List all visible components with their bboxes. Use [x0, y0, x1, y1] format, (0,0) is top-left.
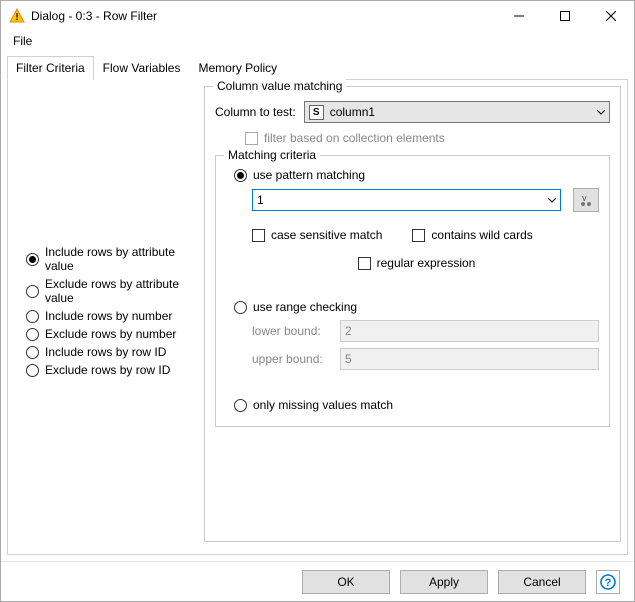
close-button[interactable] [588, 1, 634, 31]
window-title: Dialog - 0:3 - Row Filter [31, 9, 496, 23]
column-value-matching-fieldset: Column value matching Column to test: S … [204, 86, 621, 542]
apply-button[interactable]: Apply [400, 570, 488, 594]
filter-collection-checkbox: filter based on collection elements [215, 131, 610, 145]
upper-bound-input: 5 [340, 348, 599, 370]
matching-criteria-fieldset: Matching criteria use pattern matching 1 [215, 155, 610, 427]
minimize-button[interactable] [496, 1, 542, 31]
radio-label: Include rows by row ID [45, 345, 166, 359]
checkbox-label: filter based on collection elements [264, 131, 445, 145]
checkbox-icon [358, 257, 371, 270]
radio-include-num[interactable]: Include rows by number [26, 309, 204, 323]
fieldset-legend: Matching criteria [224, 148, 320, 162]
radio-label: Exclude rows by attribute value [45, 277, 204, 305]
radio-include-attr[interactable]: Include rows by attribute value [26, 245, 204, 273]
tab-memory-policy[interactable]: Memory Policy [189, 56, 286, 80]
radio-exclude-id[interactable]: Exclude rows by row ID [26, 363, 204, 377]
radio-icon [26, 285, 39, 298]
ok-button[interactable]: OK [302, 570, 390, 594]
lower-bound-input: 2 [340, 320, 599, 342]
column-to-test-row: Column to test: S column1 [215, 101, 610, 123]
radio-icon [26, 364, 39, 377]
pattern-value: 1 [257, 193, 264, 207]
upper-bound-label: upper bound: [252, 352, 332, 366]
lower-bound-label: lower bound: [252, 324, 332, 338]
radio-icon [26, 328, 39, 341]
column-to-test-combobox[interactable]: S column1 [304, 101, 610, 123]
menu-file[interactable]: File [7, 32, 38, 50]
app-icon [9, 8, 25, 24]
titlebar: Dialog - 0:3 - Row Filter [1, 1, 634, 31]
maximize-button[interactable] [542, 1, 588, 31]
tabbar: Filter Criteria Flow Variables Memory Po… [7, 55, 628, 80]
radio-use-range[interactable]: use range checking [234, 300, 599, 314]
criteria-content: use pattern matching 1 V [226, 168, 599, 412]
radio-label: use range checking [253, 300, 357, 314]
range-inputs: lower bound: 2 upper bound: 5 [234, 320, 599, 370]
chevron-down-icon [548, 193, 556, 207]
input-value: 5 [345, 352, 352, 366]
checkbox-label: case sensitive match [271, 228, 382, 242]
help-button[interactable]: ? [596, 570, 620, 594]
flow-variable-button[interactable]: V [573, 188, 599, 212]
cancel-button[interactable]: Cancel [498, 570, 586, 594]
column-to-test-label: Column to test: [215, 105, 296, 119]
radio-icon [26, 253, 39, 266]
filter-criteria-panel: Include rows by attribute value Exclude … [7, 80, 628, 555]
radio-include-id[interactable]: Include rows by row ID [26, 345, 204, 359]
radio-exclude-attr[interactable]: Exclude rows by attribute value [26, 277, 204, 305]
checkbox-icon [245, 132, 258, 145]
checkbox-case-sensitive[interactable]: case sensitive match [252, 228, 382, 242]
radio-icon [26, 310, 39, 323]
radio-label: Include rows by attribute value [45, 245, 204, 273]
radio-exclude-num[interactable]: Exclude rows by number [26, 327, 204, 341]
upper-bound-row: upper bound: 5 [252, 348, 599, 370]
button-bar: OK Apply Cancel ? [1, 561, 634, 601]
radio-only-missing[interactable]: only missing values match [234, 398, 599, 412]
checkbox-regex[interactable]: regular expression [358, 256, 476, 270]
pattern-options-row2: regular expression [234, 248, 599, 282]
window-controls [496, 1, 634, 31]
fieldset-legend: Column value matching [213, 79, 346, 93]
chevron-down-icon [597, 105, 605, 119]
checkbox-icon [252, 229, 265, 242]
tab-flow-variables[interactable]: Flow Variables [94, 56, 190, 80]
input-value: 2 [345, 324, 352, 338]
checkbox-label: regular expression [377, 256, 476, 270]
column-value-matching: Column value matching Column to test: S … [204, 86, 621, 548]
svg-text:V: V [582, 196, 587, 203]
radio-icon [234, 399, 247, 412]
radio-icon [234, 169, 247, 182]
column-type-badge: S [309, 105, 324, 120]
lower-bound-row: lower bound: 2 [252, 320, 599, 342]
radio-label: Exclude rows by number [45, 327, 176, 341]
checkbox-label: contains wild cards [431, 228, 532, 242]
menubar: File [1, 31, 634, 51]
radio-label: Exclude rows by row ID [45, 363, 170, 377]
tab-filter-criteria[interactable]: Filter Criteria [7, 56, 94, 80]
radio-icon [234, 301, 247, 314]
pattern-combobox[interactable]: 1 [252, 189, 561, 211]
radio-label: use pattern matching [253, 168, 365, 182]
pattern-options-row1: case sensitive match contains wild cards [234, 218, 599, 248]
radio-label: Include rows by number [45, 309, 172, 323]
radio-icon [26, 346, 39, 359]
filter-mode-group: Include rows by attribute value Exclude … [14, 86, 204, 548]
checkbox-wild-cards[interactable]: contains wild cards [412, 228, 532, 242]
dialog-window: Dialog - 0:3 - Row Filter File Filter Cr… [0, 0, 635, 602]
column-value: column1 [330, 105, 375, 119]
checkbox-icon [412, 229, 425, 242]
pattern-row: 1 V [234, 188, 599, 212]
question-mark-icon: ? [605, 577, 612, 589]
radio-use-pattern[interactable]: use pattern matching [234, 168, 599, 182]
radio-label: only missing values match [253, 398, 393, 412]
